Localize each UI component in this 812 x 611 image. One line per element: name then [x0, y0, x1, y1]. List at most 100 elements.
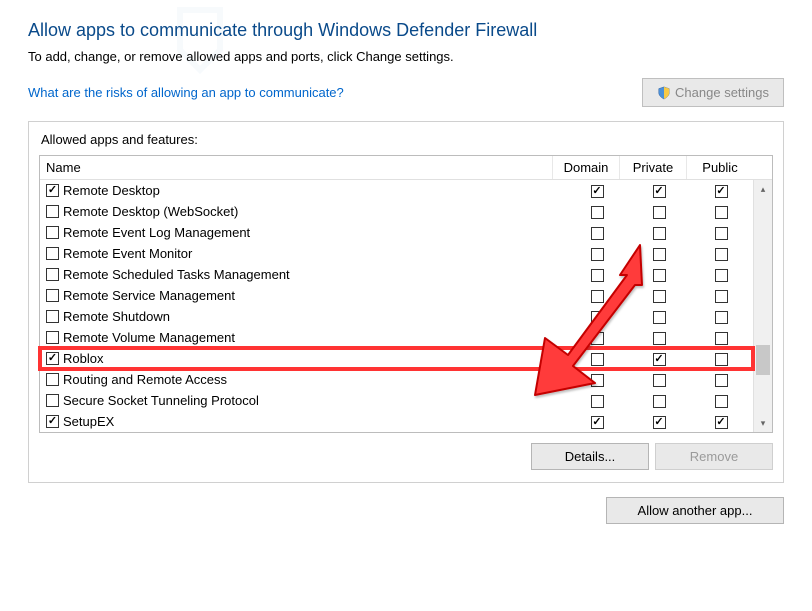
list-row[interactable]: Remote Scheduled Tasks Management [40, 264, 753, 285]
row-private-checkbox[interactable] [653, 206, 666, 219]
risks-link[interactable]: What are the risks of allowing an app to… [28, 85, 344, 100]
header-name[interactable]: Name [40, 156, 552, 179]
row-domain-checkbox[interactable] [591, 332, 604, 345]
row-domain-checkbox[interactable] [591, 416, 604, 429]
row-enable-checkbox[interactable] [46, 415, 59, 428]
row-name-cell[interactable]: Remote Scheduled Tasks Management [40, 265, 567, 284]
row-private-checkbox[interactable] [653, 332, 666, 345]
row-public-cell [691, 267, 753, 282]
row-private-checkbox[interactable] [653, 416, 666, 429]
scrollbar[interactable]: ▴ ▾ [753, 180, 772, 432]
row-name-label: Secure Socket Tunneling Protocol [63, 393, 259, 408]
list-row[interactable]: Remote Event Log Management [40, 222, 753, 243]
row-enable-checkbox[interactable] [46, 268, 59, 281]
list-row[interactable]: Routing and Remote Access [40, 369, 753, 390]
row-name-cell[interactable]: SetupEX [40, 412, 567, 431]
list-row[interactable]: Secure Socket Tunneling Protocol [40, 390, 753, 411]
row-public-checkbox[interactable] [715, 416, 728, 429]
row-name-cell[interactable]: Remote Desktop (WebSocket) [40, 202, 567, 221]
row-domain-checkbox[interactable] [591, 395, 604, 408]
row-enable-checkbox[interactable] [46, 352, 59, 365]
row-public-checkbox[interactable] [715, 332, 728, 345]
row-name-label: Remote Desktop (WebSocket) [63, 204, 238, 219]
row-domain-checkbox[interactable] [591, 353, 604, 366]
allowed-apps-groupbox: Allowed apps and features: Name Domain P… [28, 121, 784, 483]
row-public-checkbox[interactable] [715, 374, 728, 387]
row-public-checkbox[interactable] [715, 227, 728, 240]
header-private[interactable]: Private [619, 156, 686, 179]
row-name-label: Remote Scheduled Tasks Management [63, 267, 290, 282]
row-enable-checkbox[interactable] [46, 331, 59, 344]
row-public-cell [691, 414, 753, 429]
row-public-checkbox[interactable] [715, 395, 728, 408]
row-public-cell [691, 372, 753, 387]
row-enable-checkbox[interactable] [46, 310, 59, 323]
row-domain-checkbox[interactable] [591, 374, 604, 387]
row-domain-checkbox[interactable] [591, 311, 604, 324]
row-name-cell[interactable]: Remote Shutdown [40, 307, 567, 326]
scroll-up-icon[interactable]: ▴ [754, 180, 772, 198]
row-name-cell[interactable]: Remote Volume Management [40, 328, 567, 347]
row-public-checkbox[interactable] [715, 353, 728, 366]
row-public-checkbox[interactable] [715, 206, 728, 219]
row-domain-checkbox[interactable] [591, 248, 604, 261]
row-private-checkbox[interactable] [653, 248, 666, 261]
change-settings-label: Change settings [675, 85, 769, 100]
row-name-cell[interactable]: Remote Event Monitor [40, 244, 567, 263]
row-enable-checkbox[interactable] [46, 184, 59, 197]
row-enable-checkbox[interactable] [46, 247, 59, 260]
row-name-cell[interactable]: Roblox [40, 349, 567, 368]
row-public-checkbox[interactable] [715, 290, 728, 303]
row-private-checkbox[interactable] [653, 227, 666, 240]
row-enable-checkbox[interactable] [46, 373, 59, 386]
row-name-label: Routing and Remote Access [63, 372, 227, 387]
row-public-checkbox[interactable] [715, 248, 728, 261]
row-enable-checkbox[interactable] [46, 226, 59, 239]
list-row[interactable]: Remote Shutdown [40, 306, 753, 327]
group-label: Allowed apps and features: [41, 132, 773, 147]
row-domain-checkbox[interactable] [591, 227, 604, 240]
list-row[interactable]: Roblox [40, 348, 753, 369]
list-row[interactable]: Remote Desktop [40, 180, 753, 201]
row-domain-checkbox[interactable] [591, 269, 604, 282]
row-domain-cell [567, 225, 629, 240]
list-row[interactable]: SetupEX [40, 411, 753, 432]
list-row[interactable]: Remote Volume Management [40, 327, 753, 348]
header-public[interactable]: Public [686, 156, 753, 179]
header-domain[interactable]: Domain [552, 156, 619, 179]
row-name-cell[interactable]: Secure Socket Tunneling Protocol [40, 391, 567, 410]
row-private-checkbox[interactable] [653, 290, 666, 303]
row-domain-checkbox[interactable] [591, 290, 604, 303]
row-public-checkbox[interactable] [715, 311, 728, 324]
row-public-checkbox[interactable] [715, 185, 728, 198]
row-name-cell[interactable]: Routing and Remote Access [40, 370, 567, 389]
row-public-cell [691, 351, 753, 366]
row-domain-checkbox[interactable] [591, 206, 604, 219]
row-name-cell[interactable]: Remote Desktop [40, 181, 567, 200]
row-private-checkbox[interactable] [653, 353, 666, 366]
row-name-label: SetupEX [63, 414, 114, 429]
row-private-checkbox[interactable] [653, 311, 666, 324]
row-private-checkbox[interactable] [653, 374, 666, 387]
row-name-cell[interactable]: Remote Event Log Management [40, 223, 567, 242]
details-button[interactable]: Details... [531, 443, 649, 470]
allow-another-app-button[interactable]: Allow another app... [606, 497, 784, 524]
list-row[interactable]: Remote Service Management [40, 285, 753, 306]
list-row[interactable]: Remote Event Monitor [40, 243, 753, 264]
row-private-checkbox[interactable] [653, 269, 666, 282]
row-name-label: Remote Service Management [63, 288, 235, 303]
change-settings-button[interactable]: Change settings [642, 78, 784, 107]
row-private-checkbox[interactable] [653, 395, 666, 408]
row-enable-checkbox[interactable] [46, 205, 59, 218]
scroll-thumb[interactable] [756, 345, 770, 375]
row-enable-checkbox[interactable] [46, 289, 59, 302]
row-domain-checkbox[interactable] [591, 185, 604, 198]
allowed-apps-list: Name Domain Private Public Remote Deskto… [39, 155, 773, 433]
list-row[interactable]: Remote Desktop (WebSocket) [40, 201, 753, 222]
scroll-down-icon[interactable]: ▾ [754, 414, 772, 432]
row-public-cell [691, 330, 753, 345]
row-public-checkbox[interactable] [715, 269, 728, 282]
row-private-checkbox[interactable] [653, 185, 666, 198]
row-enable-checkbox[interactable] [46, 394, 59, 407]
row-name-cell[interactable]: Remote Service Management [40, 286, 567, 305]
